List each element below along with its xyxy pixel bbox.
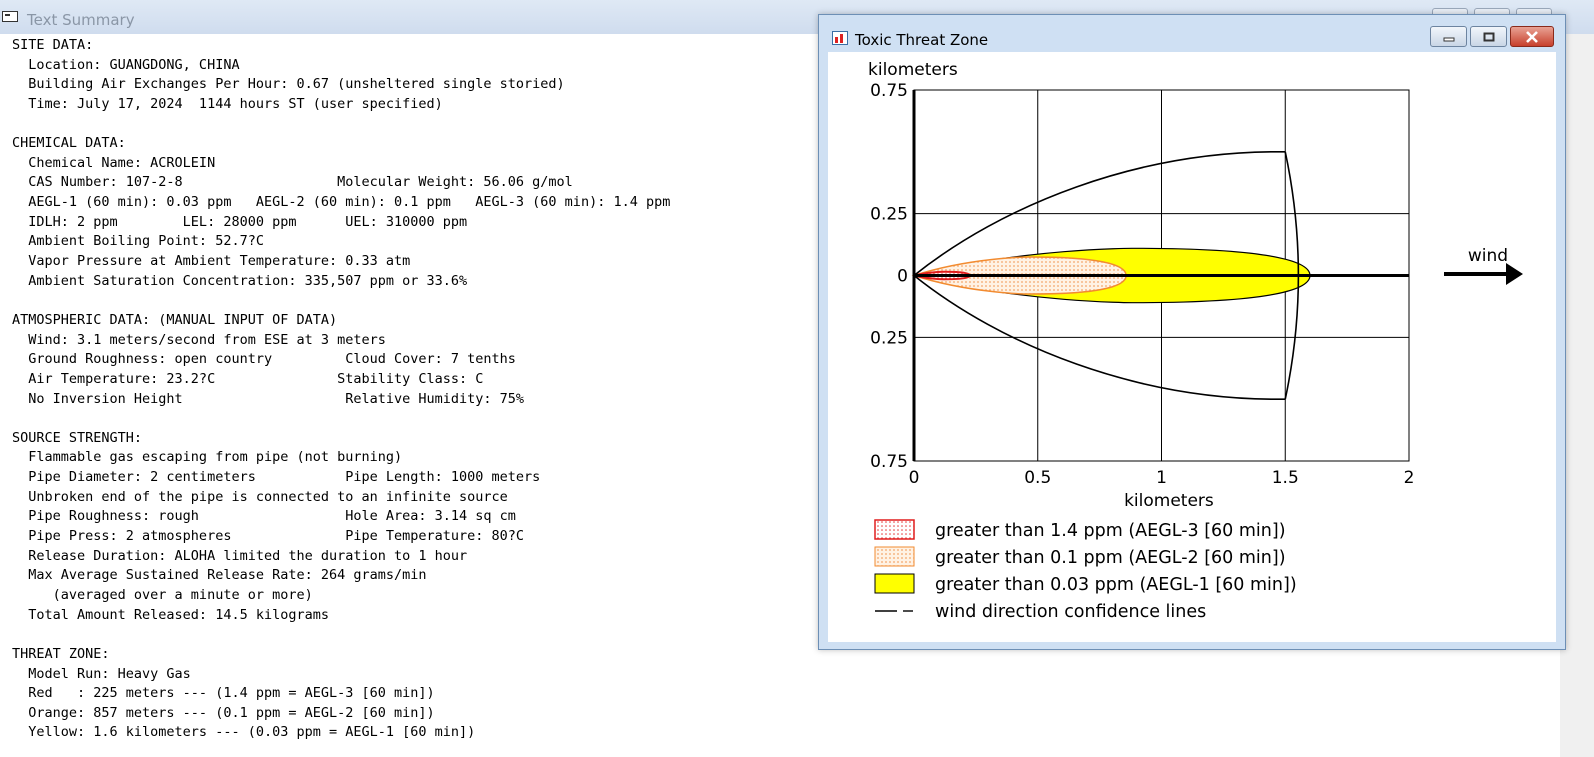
summary-line: (averaged over a minute or more)	[12, 586, 313, 603]
summary-line	[12, 409, 817, 429]
y-tick-label: 0.75	[870, 452, 908, 472]
summary-line: CHEMICAL DATA:	[12, 135, 126, 152]
summary-line: ATMOSPHERIC DATA: (MANUAL INPUT OF DATA)	[12, 311, 338, 328]
wind-label: wind	[1468, 246, 1508, 266]
y-tick-label: 0.25	[870, 205, 908, 225]
y-tick-label: 0.25	[870, 328, 908, 348]
summary-line: Red : 225 meters --- (1.4 ppm = AEGL-3 […	[12, 685, 435, 702]
wind-arrow-icon	[1444, 263, 1523, 285]
summary-line: Wind: 3.1 meters/second from ESE at 3 me…	[12, 331, 386, 348]
summary-line: Ambient Saturation Concentration: 335,50…	[12, 272, 468, 289]
y-axis-label: kilometers	[868, 60, 958, 80]
summary-line: Pipe Diameter: 2 centimeters Pipe Length…	[12, 469, 541, 486]
x-tick-label: 0	[909, 468, 920, 488]
minimize-button[interactable]	[1430, 26, 1467, 47]
summary-line: Vapor Pressure at Ambient Temperature: 0…	[12, 253, 411, 270]
toxic-threat-zone-window: Toxic Threat Zone 0 0.5 1 1.5 2 0.75 0.25 0 0.25…	[818, 14, 1566, 650]
summary-line: Time: July 17, 2024 1144 hours ST (user …	[12, 95, 443, 112]
legend-swatch-orange	[874, 546, 915, 567]
summary-line	[12, 291, 817, 311]
threat-zone-plot-area: 0 0.5 1 1.5 2 0.75 0.25 0 0.25 0.75 kilometers kilo…	[828, 52, 1556, 642]
y-tick-label: 0.75	[870, 81, 908, 101]
threat-zone-chart: 0 0.5 1 1.5 20.750.2500.250.75kilometerskilo…	[868, 60, 1523, 622]
summary-line: SOURCE STRENGTH:	[12, 429, 143, 446]
close-button[interactable]	[1510, 26, 1554, 47]
close-icon	[1526, 30, 1538, 43]
summary-line: Model Run: Heavy Gas	[12, 665, 191, 682]
summary-line: Unbroken end of the pipe is connected to…	[12, 488, 508, 505]
legend-label: greater than 0.1 ppm (AEGL-2 [60 min])	[935, 548, 1286, 568]
summary-line: IDLH: 2 ppm LEL: 28000 ppm UEL: 310000 p…	[12, 213, 468, 230]
legend-label: greater than 1.4 ppm (AEGL-3 [60 min])	[935, 521, 1286, 541]
summary-line: Orange: 857 meters --- (0.1 ppm = AEGL-2…	[12, 704, 435, 721]
legend-swatch-red	[874, 519, 915, 540]
summary-line: Flammable gas escaping from pipe (not bu…	[12, 449, 403, 466]
x-tick-label: 1	[1156, 468, 1167, 488]
legend-label: greater than 0.03 ppm (AEGL-1 [60 min])	[935, 575, 1297, 595]
maximize-button[interactable]	[1470, 26, 1507, 47]
summary-line	[12, 625, 817, 645]
summary-line: Total Amount Released: 14.5 kilograms	[12, 606, 329, 623]
summary-line: AEGL-1 (60 min): 0.03 ppm AEGL-2 (60 min…	[12, 194, 671, 211]
toxic-threat-zone-title: Toxic Threat Zone	[855, 31, 989, 49]
y-tick-label: 0	[897, 267, 908, 287]
summary-line: Chemical Name: ACROLEIN	[12, 154, 216, 171]
maximize-icon	[1483, 32, 1494, 41]
summary-line: CAS Number: 107-2-8 Molecular Weight: 56…	[12, 174, 573, 191]
summary-line: Max Average Sustained Release Rate: 264 …	[12, 567, 427, 584]
legend-swatch-yellow	[874, 573, 915, 594]
x-tick-label: 2	[1404, 468, 1415, 488]
summary-line: SITE DATA:	[12, 37, 94, 53]
summary-line: Building Air Exchanges Per Hour: 0.67 (u…	[12, 76, 565, 93]
legend-label: wind direction confidence lines	[935, 602, 1206, 622]
summary-line: Ambient Boiling Point: 52.7?C	[12, 233, 264, 250]
summary-line: THREAT ZONE:	[12, 645, 110, 662]
x-axis-label: kilometers	[1124, 491, 1214, 511]
toxic-threat-zone-titlebar[interactable]: Toxic Threat Zone	[819, 15, 1565, 52]
summary-line: Pipe Press: 2 atmospheres Pipe Temperatu…	[12, 528, 525, 545]
x-tick-label: 1.5	[1272, 468, 1299, 488]
wind-arrow-head	[1506, 263, 1523, 285]
x-tick-label: 0.5	[1024, 468, 1051, 488]
summary-line: Release Duration: ALOHA limited the dura…	[12, 547, 468, 564]
summary-line: Yellow: 1.6 kilometers --- (0.03 ppm = A…	[12, 724, 476, 741]
text-summary-window-icon	[2, 11, 18, 22]
chart-window-icon	[832, 31, 848, 45]
summary-line: Air Temperature: 23.2?C Stability Class:…	[12, 370, 484, 387]
minimize-icon	[1443, 37, 1454, 41]
summary-line: No Inversion Height Relative Humidity: 7…	[12, 390, 525, 407]
summary-line	[12, 115, 817, 135]
summary-line: Ground Roughness: open country Cloud Cov…	[12, 351, 516, 368]
summary-line: Location: GUANGDONG, CHINA	[12, 56, 240, 73]
text-summary-title: Text Summary	[27, 11, 135, 29]
text-summary-body: SITE DATA: Location: GUANGDONG, CHINA Bu…	[12, 36, 817, 754]
summary-line: Pipe Roughness: rough Hole Area: 3.14 sq…	[12, 508, 516, 525]
